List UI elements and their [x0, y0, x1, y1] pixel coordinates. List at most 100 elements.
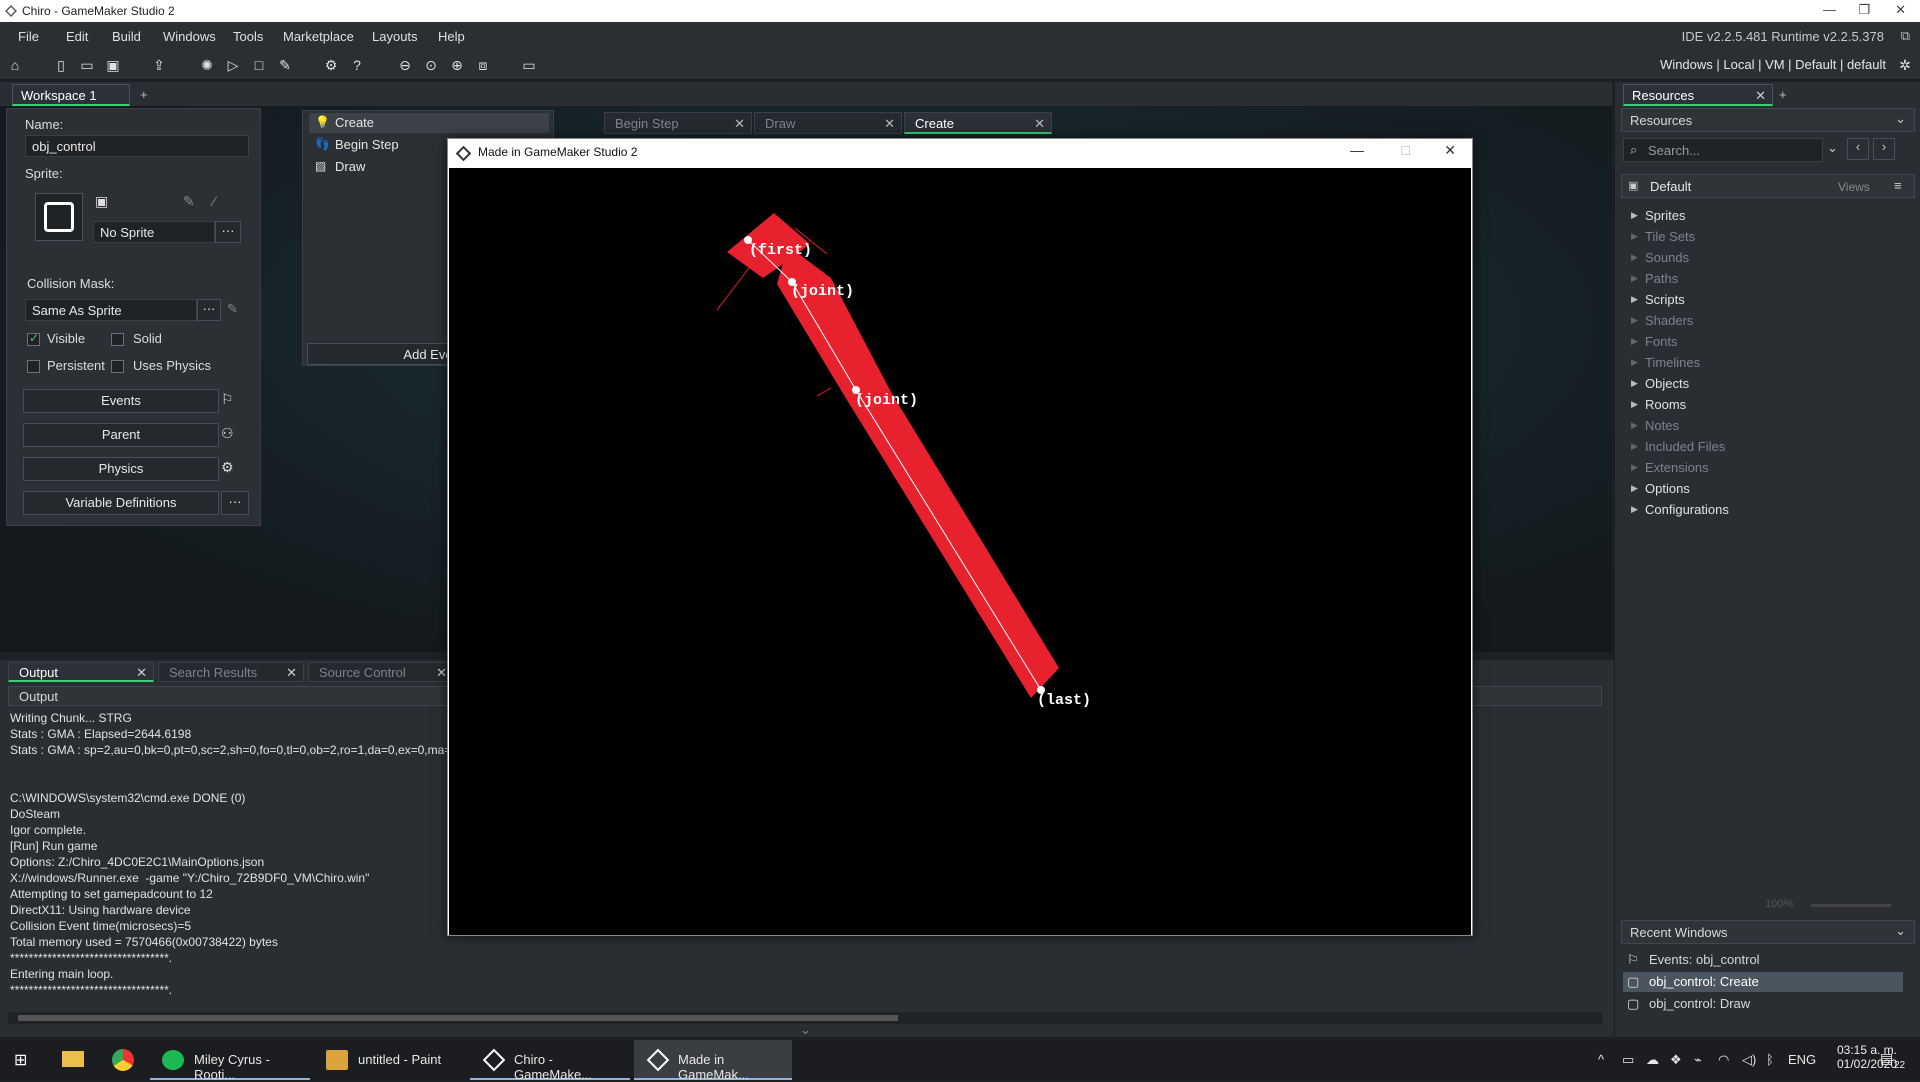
new-sprite-icon[interactable]: ▣ [95, 193, 115, 213]
expand-arrow-icon[interactable]: ▶ [1631, 483, 1638, 494]
wifi-icon[interactable]: ◠ [1718, 1052, 1729, 1068]
notification-icon[interactable]: ▤ [1880, 1050, 1893, 1067]
close-icon[interactable]: ✕ [1895, 2, 1906, 18]
visible-checkbox[interactable] [27, 331, 40, 346]
resource-group-header[interactable]: ▣ Default Views ≡ [1621, 174, 1915, 198]
expand-arrow-icon[interactable]: ▶ [1631, 231, 1638, 242]
game-canvas[interactable]: (first) (joint) (joint) (last) [449, 168, 1471, 935]
splitter-chevron-icon[interactable]: ⌄ [800, 1022, 811, 1038]
menu-marketplace[interactable]: Marketplace [283, 29, 354, 44]
battery-icon[interactable]: ▭ [1622, 1052, 1634, 1068]
tab-output[interactable]: Output ✕ [8, 662, 154, 682]
close-tab-icon[interactable]: ✕ [436, 665, 447, 681]
file-explorer-icon[interactable] [62, 1051, 84, 1067]
sprite-select[interactable]: No Sprite [93, 221, 215, 243]
menu-help[interactable]: Help [438, 29, 465, 44]
object-name-field[interactable]: obj_control [25, 135, 249, 157]
restore-icon[interactable]: ❐ [1858, 2, 1870, 18]
event-create[interactable]: 💡 Create [309, 113, 549, 133]
vardefs-more-button[interactable]: ··· [221, 491, 249, 515]
maximize-icon[interactable]: □ [1402, 142, 1410, 158]
expand-arrow-icon[interactable]: ▶ [1631, 378, 1638, 389]
tab-source-control[interactable]: Source Control ✕ [308, 662, 454, 682]
close-tab-icon[interactable]: ✕ [136, 665, 147, 681]
events-button[interactable]: Events [23, 389, 219, 413]
resource-folder-paths[interactable]: ▶ Paths [1621, 269, 1911, 289]
menu-file[interactable]: File [18, 29, 39, 44]
menu-icon[interactable]: ≡ [1894, 178, 1902, 193]
close-icon[interactable]: ✕ [1444, 142, 1456, 159]
open-project-icon[interactable]: ▭ [78, 56, 96, 74]
resources-header[interactable]: Resources ⌄ [1621, 108, 1915, 132]
menu-windows[interactable]: Windows [163, 29, 216, 44]
onedrive-icon[interactable]: ☁ [1646, 1052, 1659, 1068]
close-tab-icon[interactable]: ✕ [734, 116, 745, 132]
taskbar-game-window[interactable]: Made in GameMak... [634, 1040, 792, 1082]
variable-definitions-button[interactable]: Variable Definitions [23, 491, 219, 515]
views-label[interactable]: Views [1838, 180, 1870, 194]
expand-arrow-icon[interactable]: ▶ [1631, 210, 1638, 221]
tab-resources[interactable]: Resources ✕ [1623, 84, 1773, 106]
menu-edit[interactable]: Edit [66, 29, 88, 44]
run-icon[interactable]: ▷ [224, 56, 242, 74]
uses-physics-checkbox[interactable] [111, 360, 124, 373]
home-icon[interactable]: ⌂ [6, 56, 24, 74]
recent-windows-header[interactable]: Recent Windows ⌄ [1621, 920, 1915, 944]
resource-folder-tile-sets[interactable]: ▶ Tile Sets [1621, 227, 1911, 247]
resource-folder-timelines[interactable]: ▶ Timelines [1621, 353, 1911, 373]
expand-arrow-icon[interactable]: ▶ [1631, 252, 1638, 263]
solid-checkbox[interactable] [111, 333, 124, 346]
windows-start-icon[interactable]: ⊞ [14, 1050, 27, 1070]
search-options-icon[interactable]: ⌄ [1827, 140, 1838, 156]
expand-arrow-icon[interactable]: ▶ [1631, 273, 1638, 284]
close-tab-icon[interactable]: ✕ [286, 665, 297, 681]
resource-folder-objects[interactable]: ▶ Objects [1621, 374, 1911, 394]
recent-item[interactable]: ⚐ Events: obj_control [1623, 950, 1903, 970]
collision-mask-select[interactable]: Same As Sprite [25, 299, 197, 321]
add-tab-icon[interactable]: + [1779, 87, 1787, 102]
resources-search[interactable]: ⌕ Search... [1623, 138, 1823, 162]
scrollbar-thumb[interactable] [18, 1015, 898, 1021]
close-tab-icon[interactable]: ✕ [1755, 88, 1766, 104]
close-tab-icon[interactable]: ✕ [1034, 116, 1045, 132]
sprite-preview[interactable] [35, 193, 83, 241]
tab-search-results[interactable]: Search Results ✕ [158, 662, 304, 682]
bluetooth-icon[interactable]: ᛒ [1766, 1052, 1774, 1067]
resource-folder-sounds[interactable]: ▶ Sounds [1621, 248, 1911, 268]
debug-icon[interactable]: ✺ [198, 56, 216, 74]
edit-mask-icon[interactable]: ✎ [227, 301, 238, 317]
volume-icon[interactable]: ◁) [1742, 1052, 1756, 1068]
parent-button[interactable]: Parent [23, 423, 219, 447]
taskbar-spotify[interactable]: Miley Cyrus - Rooti... [150, 1040, 310, 1082]
taskbar-gamemaker[interactable]: Chiro - GameMake... [470, 1040, 630, 1082]
expand-arrow-icon[interactable]: ▶ [1631, 420, 1638, 431]
resource-folder-notes[interactable]: ▶ Notes [1621, 416, 1911, 436]
expand-arrow-icon[interactable]: ▶ [1631, 294, 1638, 305]
expand-arrow-icon[interactable]: ▶ [1631, 504, 1638, 515]
resource-folder-options[interactable]: ▶ Options [1621, 479, 1911, 499]
resource-folder-sprites[interactable]: ▶ Sprites [1621, 206, 1911, 226]
prev-result-icon[interactable]: ‹ [1847, 138, 1869, 160]
tab-workspace-1[interactable]: Workspace 1 [12, 84, 130, 106]
collision-more-button[interactable]: ··· [197, 299, 221, 321]
add-workspace-icon[interactable]: + [140, 87, 148, 102]
edit-sprite-icon[interactable]: ✎ [183, 193, 195, 210]
next-result-icon[interactable]: › [1873, 138, 1895, 160]
clear-sprite-icon[interactable]: ⁄ [213, 193, 215, 209]
game-options-icon[interactable]: ⚙ [322, 56, 340, 74]
resource-folder-scripts[interactable]: ▶ Scripts [1621, 290, 1911, 310]
taskbar-paint[interactable]: untitled - Paint [314, 1040, 464, 1080]
resource-folder-rooms[interactable]: ▶ Rooms [1621, 395, 1911, 415]
game-window[interactable]: Made in GameMaker Studio 2 — □ ✕ (first)… [447, 138, 1473, 936]
zoom-out-icon[interactable]: ⊖ [396, 56, 414, 74]
parent-hierarchy-icon[interactable]: ⚇ [221, 425, 234, 442]
zoom-in-icon[interactable]: ⊕ [448, 56, 466, 74]
tab-create[interactable]: Create ✕ [904, 112, 1052, 134]
resource-folder-included-files[interactable]: ▶ Included Files [1621, 437, 1911, 457]
resource-folder-extensions[interactable]: ▶ Extensions [1621, 458, 1911, 478]
new-project-icon[interactable]: ▯ [52, 56, 70, 74]
persistent-checkbox[interactable] [27, 360, 40, 373]
chrome-icon[interactable] [112, 1049, 134, 1071]
recent-item[interactable]: ▢ obj_control: Draw [1623, 994, 1903, 1014]
target-selector[interactable]: Windows | Local | VM | Default | default [1660, 57, 1886, 72]
